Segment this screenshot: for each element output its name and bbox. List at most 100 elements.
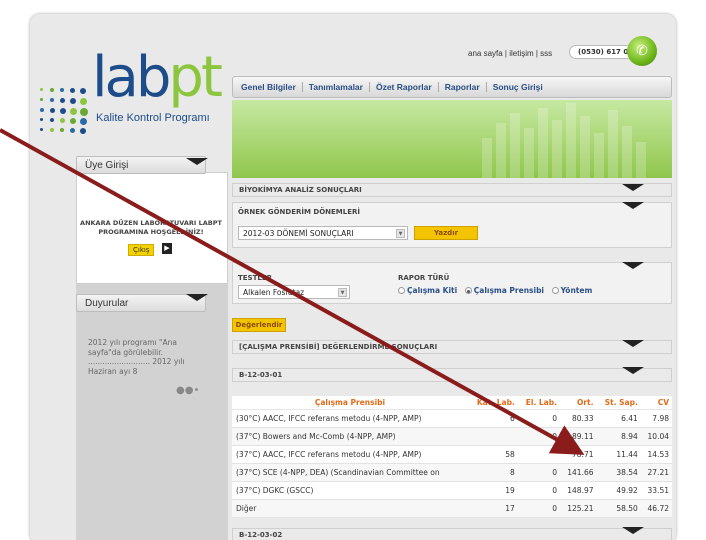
- cell-ort: 78.71: [559, 445, 597, 464]
- news-panel: [76, 284, 228, 540]
- cell-kat: 58: [468, 445, 518, 464]
- col-el-lab[interactable]: El. Lab.: [517, 396, 560, 410]
- cell-ort: 148.97: [559, 481, 597, 500]
- logo-dot: [40, 118, 43, 121]
- radio-calisma-kiti[interactable]: Çalışma Kiti: [398, 286, 457, 295]
- cell-ort: 141.66: [559, 463, 597, 482]
- cell-el: 0: [517, 409, 560, 428]
- labpt-logo[interactable]: labpt Kalite Kontrol Programı: [36, 50, 226, 150]
- col-cv[interactable]: CV: [640, 396, 672, 410]
- dropdown-arrow-icon: ▼: [396, 229, 405, 238]
- logo-dot: [70, 88, 75, 93]
- radio-calisma-prensibi[interactable]: Çalışma Prensibi: [464, 286, 544, 295]
- logo-dot: [60, 88, 64, 92]
- collapse-results-icon[interactable]: [622, 340, 644, 347]
- logout-arrow-icon[interactable]: ▶: [162, 243, 172, 254]
- collapse-group2-icon[interactable]: [622, 527, 644, 534]
- dropdown-arrow-icon: ▼: [338, 288, 347, 297]
- top-links[interactable]: ana sayfa | iletişim | sss: [468, 49, 552, 58]
- section-biyokimya: BİYOKİMYA ANALİZ SONUÇLARI: [232, 183, 672, 197]
- news-pager-icon[interactable]: ●●•: [176, 385, 199, 396]
- logo-dot: [80, 108, 88, 116]
- results-table: Çalışma Prensibi Kat. Lab. El. Lab. Ort.…: [232, 396, 672, 518]
- logo-dot: [50, 108, 55, 113]
- table-row: Diğer 17 0 125.21 58.50 46.72: [232, 499, 672, 518]
- cell-el: 0: [517, 499, 560, 518]
- logo-dot: [60, 118, 65, 123]
- cell-el: 0: [517, 463, 560, 482]
- collapse-tests-icon[interactable]: [622, 262, 644, 269]
- logo-dot: [40, 88, 43, 91]
- logo-dot: [40, 98, 43, 101]
- cell-sd: 49.92: [596, 481, 641, 500]
- cell-kat: 19: [468, 481, 518, 500]
- logo-dot: [70, 108, 77, 115]
- logo-dot: [50, 118, 54, 122]
- nav-raporlar[interactable]: Raporlar: [439, 82, 487, 92]
- nav-tanimlamalar[interactable]: Tanımlamalar: [303, 82, 370, 92]
- col-calisma-prensibi[interactable]: Çalışma Prensibi: [232, 396, 468, 410]
- news-text: 2012 yılı programı "Ana sayfa"da görüleb…: [88, 338, 185, 376]
- logo-dot: [80, 98, 87, 105]
- logo-dots-icon: [40, 88, 94, 144]
- cell-ort: 80.33: [559, 409, 597, 428]
- collapse-login-icon[interactable]: [186, 158, 208, 165]
- report-type-radios: Çalışma Kiti Çalışma Prensibi Yöntem: [398, 286, 597, 296]
- nav-ozet-raporlar[interactable]: Özet Raporlar: [370, 82, 439, 92]
- cell-cv: 46.72: [640, 499, 672, 518]
- cell-cv: 10.04: [640, 427, 672, 446]
- cell-kat: 17: [468, 499, 518, 518]
- col-ort[interactable]: Ort.: [559, 396, 597, 410]
- cell-prensip: (37°C) DGKC (GSCC): [232, 481, 468, 500]
- logo-dot: [40, 108, 44, 112]
- group2-title: B-12-03-02: [232, 528, 672, 540]
- cell-kat: [468, 427, 518, 446]
- collapse-group1-icon[interactable]: [622, 367, 644, 374]
- collapse-period-icon[interactable]: [622, 202, 644, 209]
- logo-dot: [70, 98, 76, 104]
- table-row: (30°C) AACC, IFCC referans metodu (4-NPP…: [232, 409, 672, 428]
- table-row: (37°C) SCE (4-NPP, DEA) (Scandinavian Co…: [232, 463, 672, 482]
- period-select[interactable]: 2012-03 DÖNEMİ SONUÇLARI ▼: [238, 226, 408, 240]
- col-st-sap[interactable]: St. Sap.: [596, 396, 641, 410]
- test-select[interactable]: Alkalen Fosfataz ▼: [238, 285, 350, 299]
- logo-dot: [50, 128, 54, 132]
- logo-dot: [80, 88, 86, 94]
- col-kat-lab[interactable]: Kat. Lab.: [468, 396, 518, 410]
- logo-subtitle: Kalite Kontrol Programı: [96, 112, 210, 124]
- cell-ort: 125.21: [559, 499, 597, 518]
- cell-sd: 6.41: [596, 409, 641, 428]
- logo-dot: [80, 118, 87, 125]
- results-title: [ÇALIŞMA PRENSİBİ] DEĞERLENDİRME SONUÇLA…: [232, 340, 672, 354]
- cell-kat: 8: [468, 463, 518, 482]
- cell-prensip: (30°C) AACC, IFCC referans metodu (4-NPP…: [232, 409, 468, 428]
- cell-cv: 33.51: [640, 481, 672, 500]
- table-header-row: Çalışma Prensibi Kat. Lab. El. Lab. Ort.…: [232, 396, 672, 410]
- cell-cv: 14.53: [640, 445, 672, 464]
- logo-dot: [60, 108, 66, 114]
- nav-genel-bilgiler[interactable]: Genel Bilgiler: [235, 82, 303, 92]
- tests-label: TESTLER: [238, 274, 273, 282]
- nav-sonuc-girisi[interactable]: Sonuç Girişi: [487, 82, 549, 92]
- cell-prensip: (37°C) AACC, IFCC referans metodu (4-NPP…: [232, 445, 468, 464]
- print-button[interactable]: Yazdır: [414, 226, 478, 240]
- logo-dot: [70, 128, 75, 133]
- logo-dot: [50, 88, 54, 92]
- logo-dot: [50, 98, 54, 102]
- logout-button[interactable]: Çıkış: [128, 244, 155, 256]
- radio-yontem[interactable]: Yöntem: [551, 286, 592, 295]
- group1-title: B-12-03-01: [232, 368, 672, 382]
- cell-el: [517, 445, 560, 464]
- report-type-label: RAPOR TÜRÜ: [398, 274, 450, 282]
- evaluate-button[interactable]: Değerlendir: [232, 318, 286, 332]
- collapse-news-icon[interactable]: [186, 294, 208, 301]
- logo-dot: [60, 98, 65, 103]
- cell-sd: 38.54: [596, 463, 641, 482]
- phone-icon[interactable]: ✆: [627, 36, 657, 66]
- cell-cv: 27.21: [640, 463, 672, 482]
- cell-sd: 58.50: [596, 499, 641, 518]
- table-row: (37°C) DGKC (GSCC) 19 0 148.97 49.92 33.…: [232, 481, 672, 500]
- collapse-biyokimya-icon[interactable]: [622, 184, 644, 191]
- cell-sd: 8.94: [596, 427, 641, 446]
- logo-dot: [40, 128, 43, 131]
